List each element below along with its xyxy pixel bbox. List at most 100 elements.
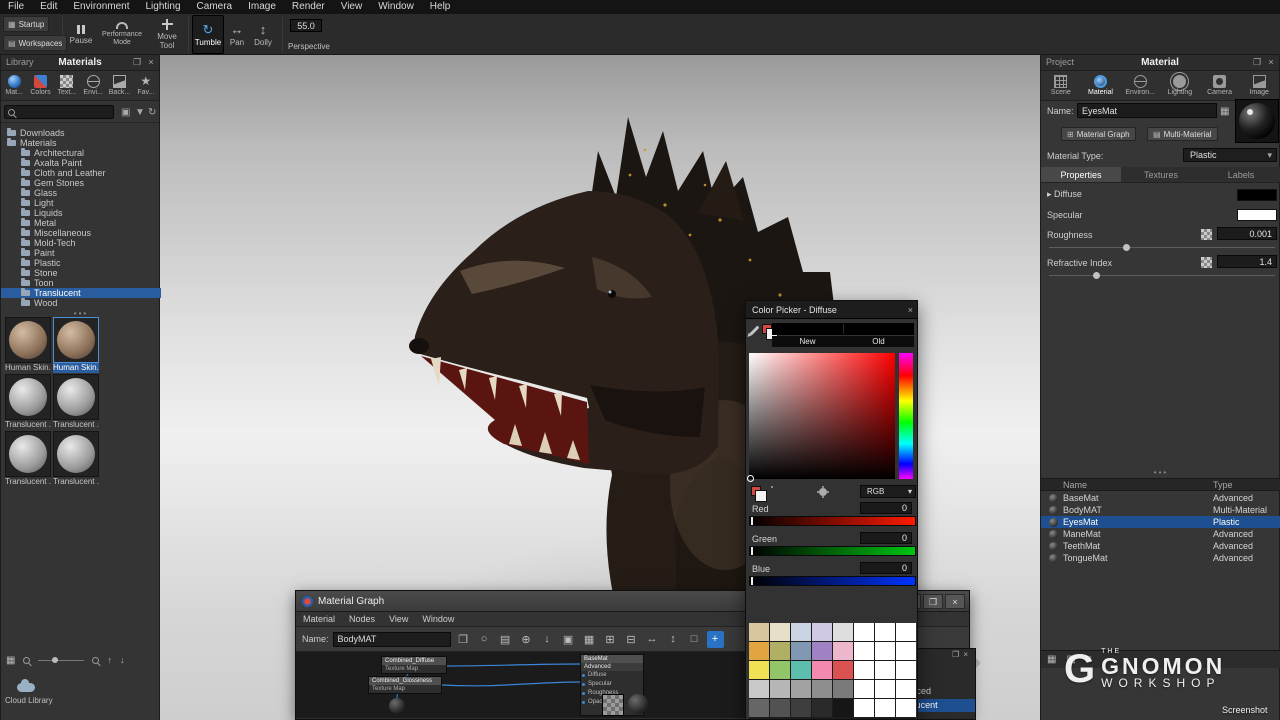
menu-item-camera[interactable]: Camera bbox=[189, 0, 241, 14]
material-type-dropdown[interactable]: Plastic▾ bbox=[1183, 148, 1277, 162]
red-slider[interactable] bbox=[749, 516, 916, 526]
material-row[interactable]: TongueMatAdvanced bbox=[1041, 552, 1280, 564]
palette-swatch[interactable] bbox=[875, 699, 895, 717]
tab-textures[interactable]: Textures bbox=[1121, 167, 1201, 182]
diffuse-color-swatch[interactable] bbox=[1237, 189, 1277, 201]
float-panel-icon[interactable]: ❐ bbox=[952, 650, 963, 659]
swatch-pair-icon[interactable] bbox=[762, 324, 772, 334]
palette-swatch[interactable] bbox=[791, 642, 811, 660]
show-preview-icon[interactable]: ❐ bbox=[455, 631, 472, 648]
settings-gear-icon[interactable] bbox=[819, 488, 827, 496]
refresh-icon[interactable]: ↻ bbox=[148, 107, 156, 118]
palette-swatch[interactable] bbox=[875, 680, 895, 698]
palette-swatch[interactable] bbox=[875, 661, 895, 679]
palette-swatch[interactable] bbox=[854, 680, 874, 698]
palette-swatch[interactable] bbox=[749, 661, 769, 679]
workspaces-button[interactable]: ▤ Workspaces bbox=[3, 35, 67, 51]
refractive-index-input[interactable] bbox=[1217, 255, 1277, 268]
add-node-button[interactable]: + bbox=[707, 631, 724, 648]
panel-splitter[interactable]: ••• bbox=[1041, 468, 1280, 477]
grid-view-icon[interactable]: ▦ bbox=[1047, 653, 1056, 666]
palette-swatch[interactable] bbox=[896, 642, 916, 660]
move-tool-button[interactable]: Move Tool bbox=[150, 15, 184, 54]
collapse-icon[interactable]: ⊟ bbox=[623, 631, 640, 648]
delete-icon[interactable]: ▦ bbox=[581, 631, 598, 648]
fit-view-icon[interactable]: ↕ bbox=[665, 631, 682, 648]
multi-material-button[interactable]: ▤ Multi-Material bbox=[1147, 127, 1218, 141]
material-thumb-selected[interactable]: Human Skin... bbox=[53, 317, 99, 373]
align-icon[interactable]: ⊞ bbox=[602, 631, 619, 648]
hue-slider[interactable] bbox=[899, 353, 913, 479]
tab-colors[interactable]: Colors bbox=[27, 71, 53, 100]
close-icon[interactable]: × bbox=[908, 301, 913, 319]
material-row[interactable]: BaseMatAdvanced bbox=[1041, 492, 1280, 504]
palette-swatch[interactable] bbox=[791, 661, 811, 679]
palette-swatch[interactable] bbox=[896, 699, 916, 717]
mg-menu-material[interactable]: Material bbox=[296, 614, 342, 624]
import-icon[interactable]: ↑ bbox=[107, 654, 112, 667]
material-row[interactable]: ManeMatAdvanced bbox=[1041, 528, 1280, 540]
fov-input[interactable] bbox=[290, 19, 322, 32]
material-graph-button[interactable]: ⊞ Material Graph bbox=[1061, 127, 1136, 141]
name-options-icon[interactable]: ▦ bbox=[1220, 105, 1229, 118]
palette-swatch[interactable] bbox=[833, 699, 853, 717]
roughness-input[interactable] bbox=[1217, 227, 1277, 240]
palette-swatch[interactable] bbox=[770, 699, 790, 717]
tree-item[interactable]: Cloth and Leather bbox=[1, 168, 161, 178]
sv-marker[interactable] bbox=[747, 475, 754, 482]
palette-swatch[interactable] bbox=[812, 623, 832, 641]
zoom-in-icon[interactable] bbox=[92, 657, 99, 664]
palette-swatch[interactable] bbox=[875, 642, 895, 660]
tumble-button[interactable]: ↻ Tumble bbox=[192, 15, 224, 54]
tab-backplates[interactable]: Back... bbox=[106, 71, 132, 100]
palette-swatch[interactable] bbox=[770, 623, 790, 641]
tab-environment[interactable]: Environ... bbox=[1120, 71, 1160, 100]
float-panel-icon[interactable]: ❐ bbox=[131, 57, 143, 68]
add-folder-icon[interactable]: ▣ bbox=[121, 107, 130, 118]
color-library-icon[interactable] bbox=[771, 486, 773, 488]
search-input[interactable] bbox=[4, 105, 114, 119]
tree-item[interactable]: Plastic bbox=[1, 258, 161, 268]
palette-swatch[interactable] bbox=[770, 661, 790, 679]
tab-material[interactable]: Material bbox=[1081, 71, 1121, 100]
palette-swatch[interactable] bbox=[854, 623, 874, 641]
tree-item[interactable]: Architectural bbox=[1, 148, 161, 158]
refractive-index-slider[interactable] bbox=[1049, 275, 1275, 276]
tree-item[interactable]: Mold-Tech bbox=[1, 238, 161, 248]
specular-color-swatch[interactable] bbox=[1237, 209, 1277, 221]
material-row[interactable]: TeethMatAdvanced bbox=[1041, 540, 1280, 552]
palette-swatch[interactable] bbox=[812, 680, 832, 698]
material-row-selected[interactable]: EyesMatPlastic bbox=[1041, 516, 1280, 528]
palette-swatch[interactable] bbox=[791, 699, 811, 717]
palette-swatch[interactable] bbox=[896, 680, 916, 698]
mg-menu-nodes[interactable]: Nodes bbox=[342, 614, 382, 624]
palette-swatch[interactable] bbox=[896, 623, 916, 641]
menu-item-edit[interactable]: Edit bbox=[32, 0, 65, 14]
filter-icon[interactable]: ▼ bbox=[135, 107, 145, 118]
palette-swatch[interactable] bbox=[812, 642, 832, 660]
palette-swatch[interactable] bbox=[770, 680, 790, 698]
tab-lighting[interactable]: Lighting bbox=[1160, 71, 1200, 100]
tree-item[interactable]: Materials bbox=[1, 138, 161, 148]
menu-item-render[interactable]: Render bbox=[284, 0, 333, 14]
mg-menu-view[interactable]: View bbox=[382, 614, 415, 624]
palette-swatch[interactable] bbox=[854, 642, 874, 660]
pause-button[interactable]: Pause bbox=[66, 15, 96, 54]
color-mode-dropdown[interactable]: RGB▾ bbox=[860, 485, 916, 498]
palette-swatch[interactable] bbox=[833, 680, 853, 698]
close-panel-icon[interactable]: × bbox=[963, 650, 972, 659]
tab-environments[interactable]: Envi... bbox=[80, 71, 106, 100]
old-color-swatch[interactable] bbox=[844, 324, 914, 334]
material-row[interactable]: BodyMATMulti-Material bbox=[1041, 504, 1280, 516]
mg-name-input[interactable] bbox=[333, 632, 451, 647]
tree-item[interactable]: Light bbox=[1, 198, 161, 208]
material-thumb[interactable]: Translucent ... bbox=[53, 431, 99, 487]
tree-item[interactable]: Paint bbox=[1, 248, 161, 258]
tree-item[interactable]: Stone bbox=[1, 268, 161, 278]
palette-swatch[interactable] bbox=[833, 623, 853, 641]
palette-swatch[interactable] bbox=[812, 699, 832, 717]
zoom-out-icon[interactable] bbox=[23, 657, 30, 664]
startup-button[interactable]: ▦ Startup bbox=[3, 16, 49, 32]
options-icon[interactable]: ≡ bbox=[1086, 653, 1092, 666]
material-thumb[interactable]: Translucent ... bbox=[53, 374, 99, 430]
